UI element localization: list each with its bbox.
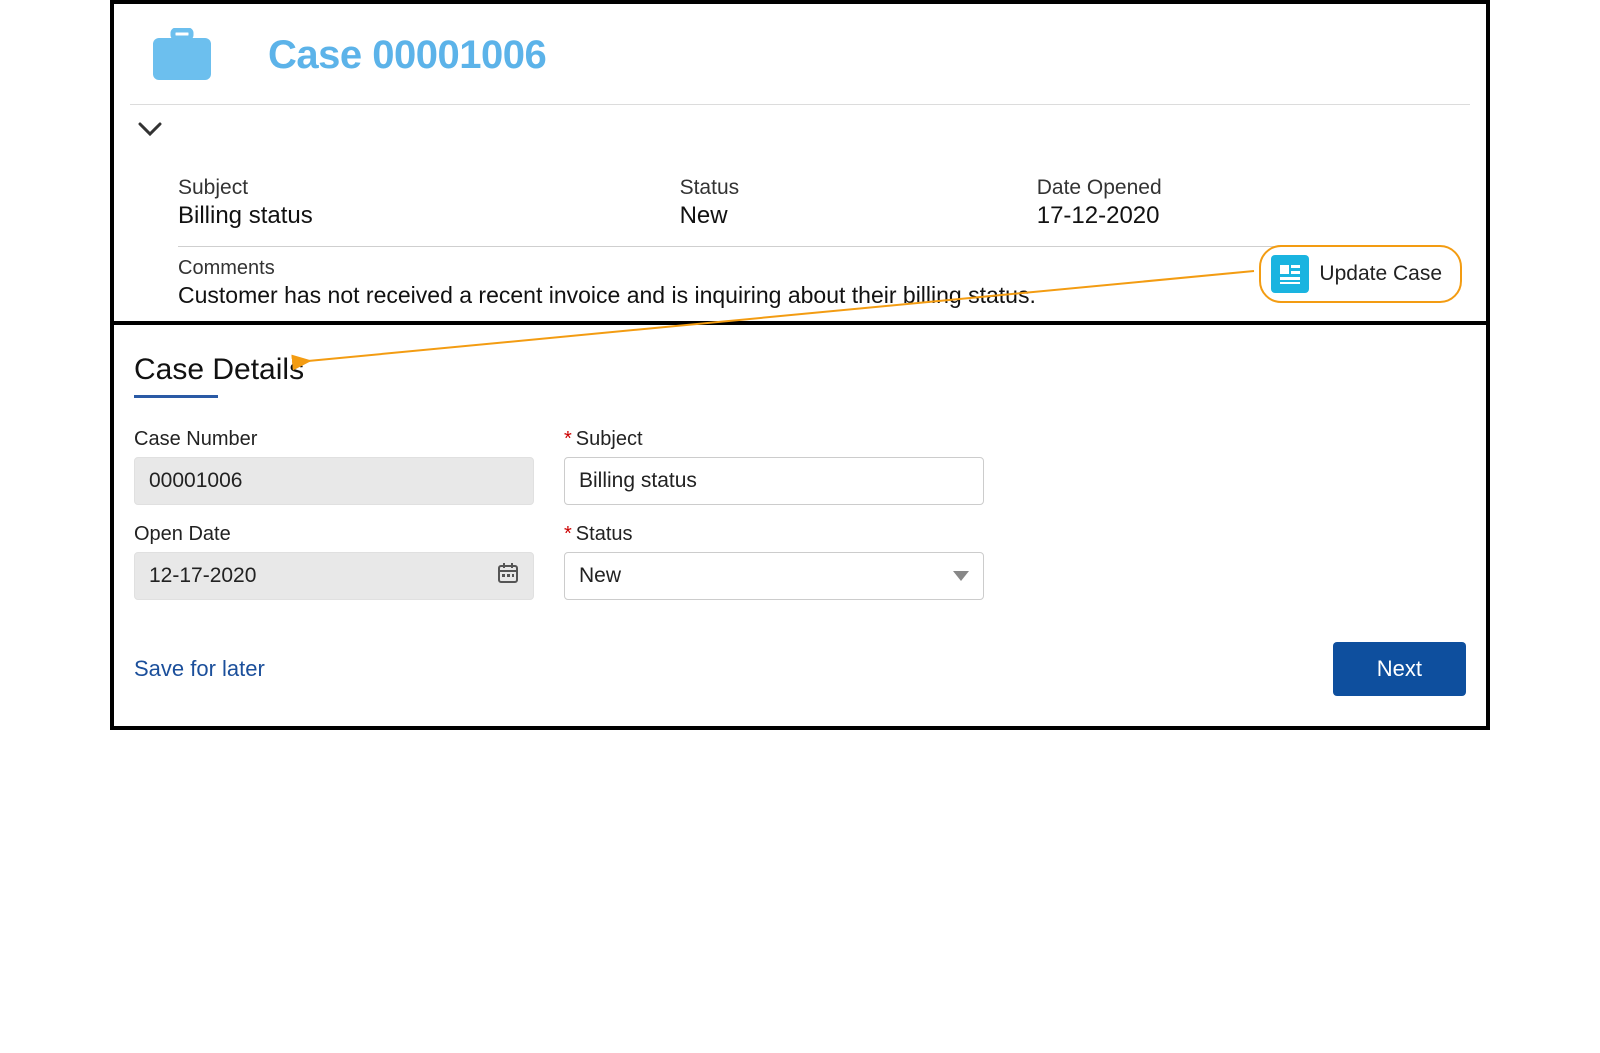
date-opened-label: Date Opened	[1037, 176, 1422, 200]
summary-section: Subject Billing status Status New Date O…	[114, 152, 1486, 309]
subject-edit-label: *Subject	[564, 428, 984, 451]
form-footer: Save for later Next	[134, 642, 1466, 696]
next-button[interactable]: Next	[1333, 642, 1466, 696]
subject-value: Billing status	[178, 202, 660, 230]
case-details-title: Case Details	[134, 353, 304, 397]
page-header: Case 00001006	[114, 18, 1486, 104]
case-number-field: Case Number 00001006	[134, 428, 534, 505]
form-grid: Case Number 00001006 *Subject Billing st…	[134, 428, 1466, 600]
subject-field: Subject Billing status	[178, 176, 660, 230]
subject-edit-field: *Subject Billing status	[564, 428, 984, 505]
comments-row: Comments Customer has not received a rec…	[178, 246, 1422, 309]
calendar-icon[interactable]	[497, 562, 519, 590]
summary-grid: Subject Billing status Status New Date O…	[178, 176, 1422, 242]
status-select-value: New	[579, 564, 621, 588]
status-edit-field: *Status New	[564, 523, 984, 600]
date-opened-field: Date Opened 17-12-2020	[1037, 176, 1422, 230]
open-date-value: 12-17-2020	[149, 564, 256, 588]
case-number-input: 00001006	[134, 457, 534, 505]
case-details-panel: Case Details Case Number 00001006 *Subje…	[114, 325, 1486, 726]
subject-label: Subject	[178, 176, 660, 200]
status-field: Status New	[680, 176, 1017, 230]
status-label: Status	[680, 176, 1017, 200]
open-date-input[interactable]: 12-17-2020	[134, 552, 534, 600]
subject-input[interactable]: Billing status	[564, 457, 984, 505]
comments-label: Comments	[178, 257, 1202, 280]
news-icon	[1271, 255, 1309, 293]
dropdown-caret-icon	[953, 571, 969, 581]
comments-value: Customer has not received a recent invoi…	[178, 282, 1202, 309]
page-container: Case 00001006 Subject Billing status Sta…	[110, 0, 1490, 730]
chevron-down-icon[interactable]	[138, 124, 162, 141]
case-number-value: 00001006	[149, 469, 242, 493]
case-number-label: Case Number	[134, 428, 534, 451]
open-date-label: Open Date	[134, 523, 534, 546]
status-select[interactable]: New	[564, 552, 984, 600]
status-value: New	[680, 202, 1017, 230]
briefcase-icon	[150, 26, 214, 84]
update-case-button[interactable]: Update Case	[1259, 245, 1462, 303]
status-edit-label: *Status	[564, 523, 984, 546]
open-date-field: Open Date 12-17-2020	[134, 523, 534, 600]
save-for-later-link[interactable]: Save for later	[134, 656, 265, 682]
date-opened-value: 17-12-2020	[1037, 202, 1422, 230]
page-title: Case 00001006	[268, 33, 546, 78]
case-summary-panel: Case 00001006 Subject Billing status Sta…	[114, 4, 1486, 325]
subject-input-value: Billing status	[579, 469, 697, 493]
collapse-row	[114, 105, 1486, 152]
update-case-label: Update Case	[1319, 262, 1442, 286]
